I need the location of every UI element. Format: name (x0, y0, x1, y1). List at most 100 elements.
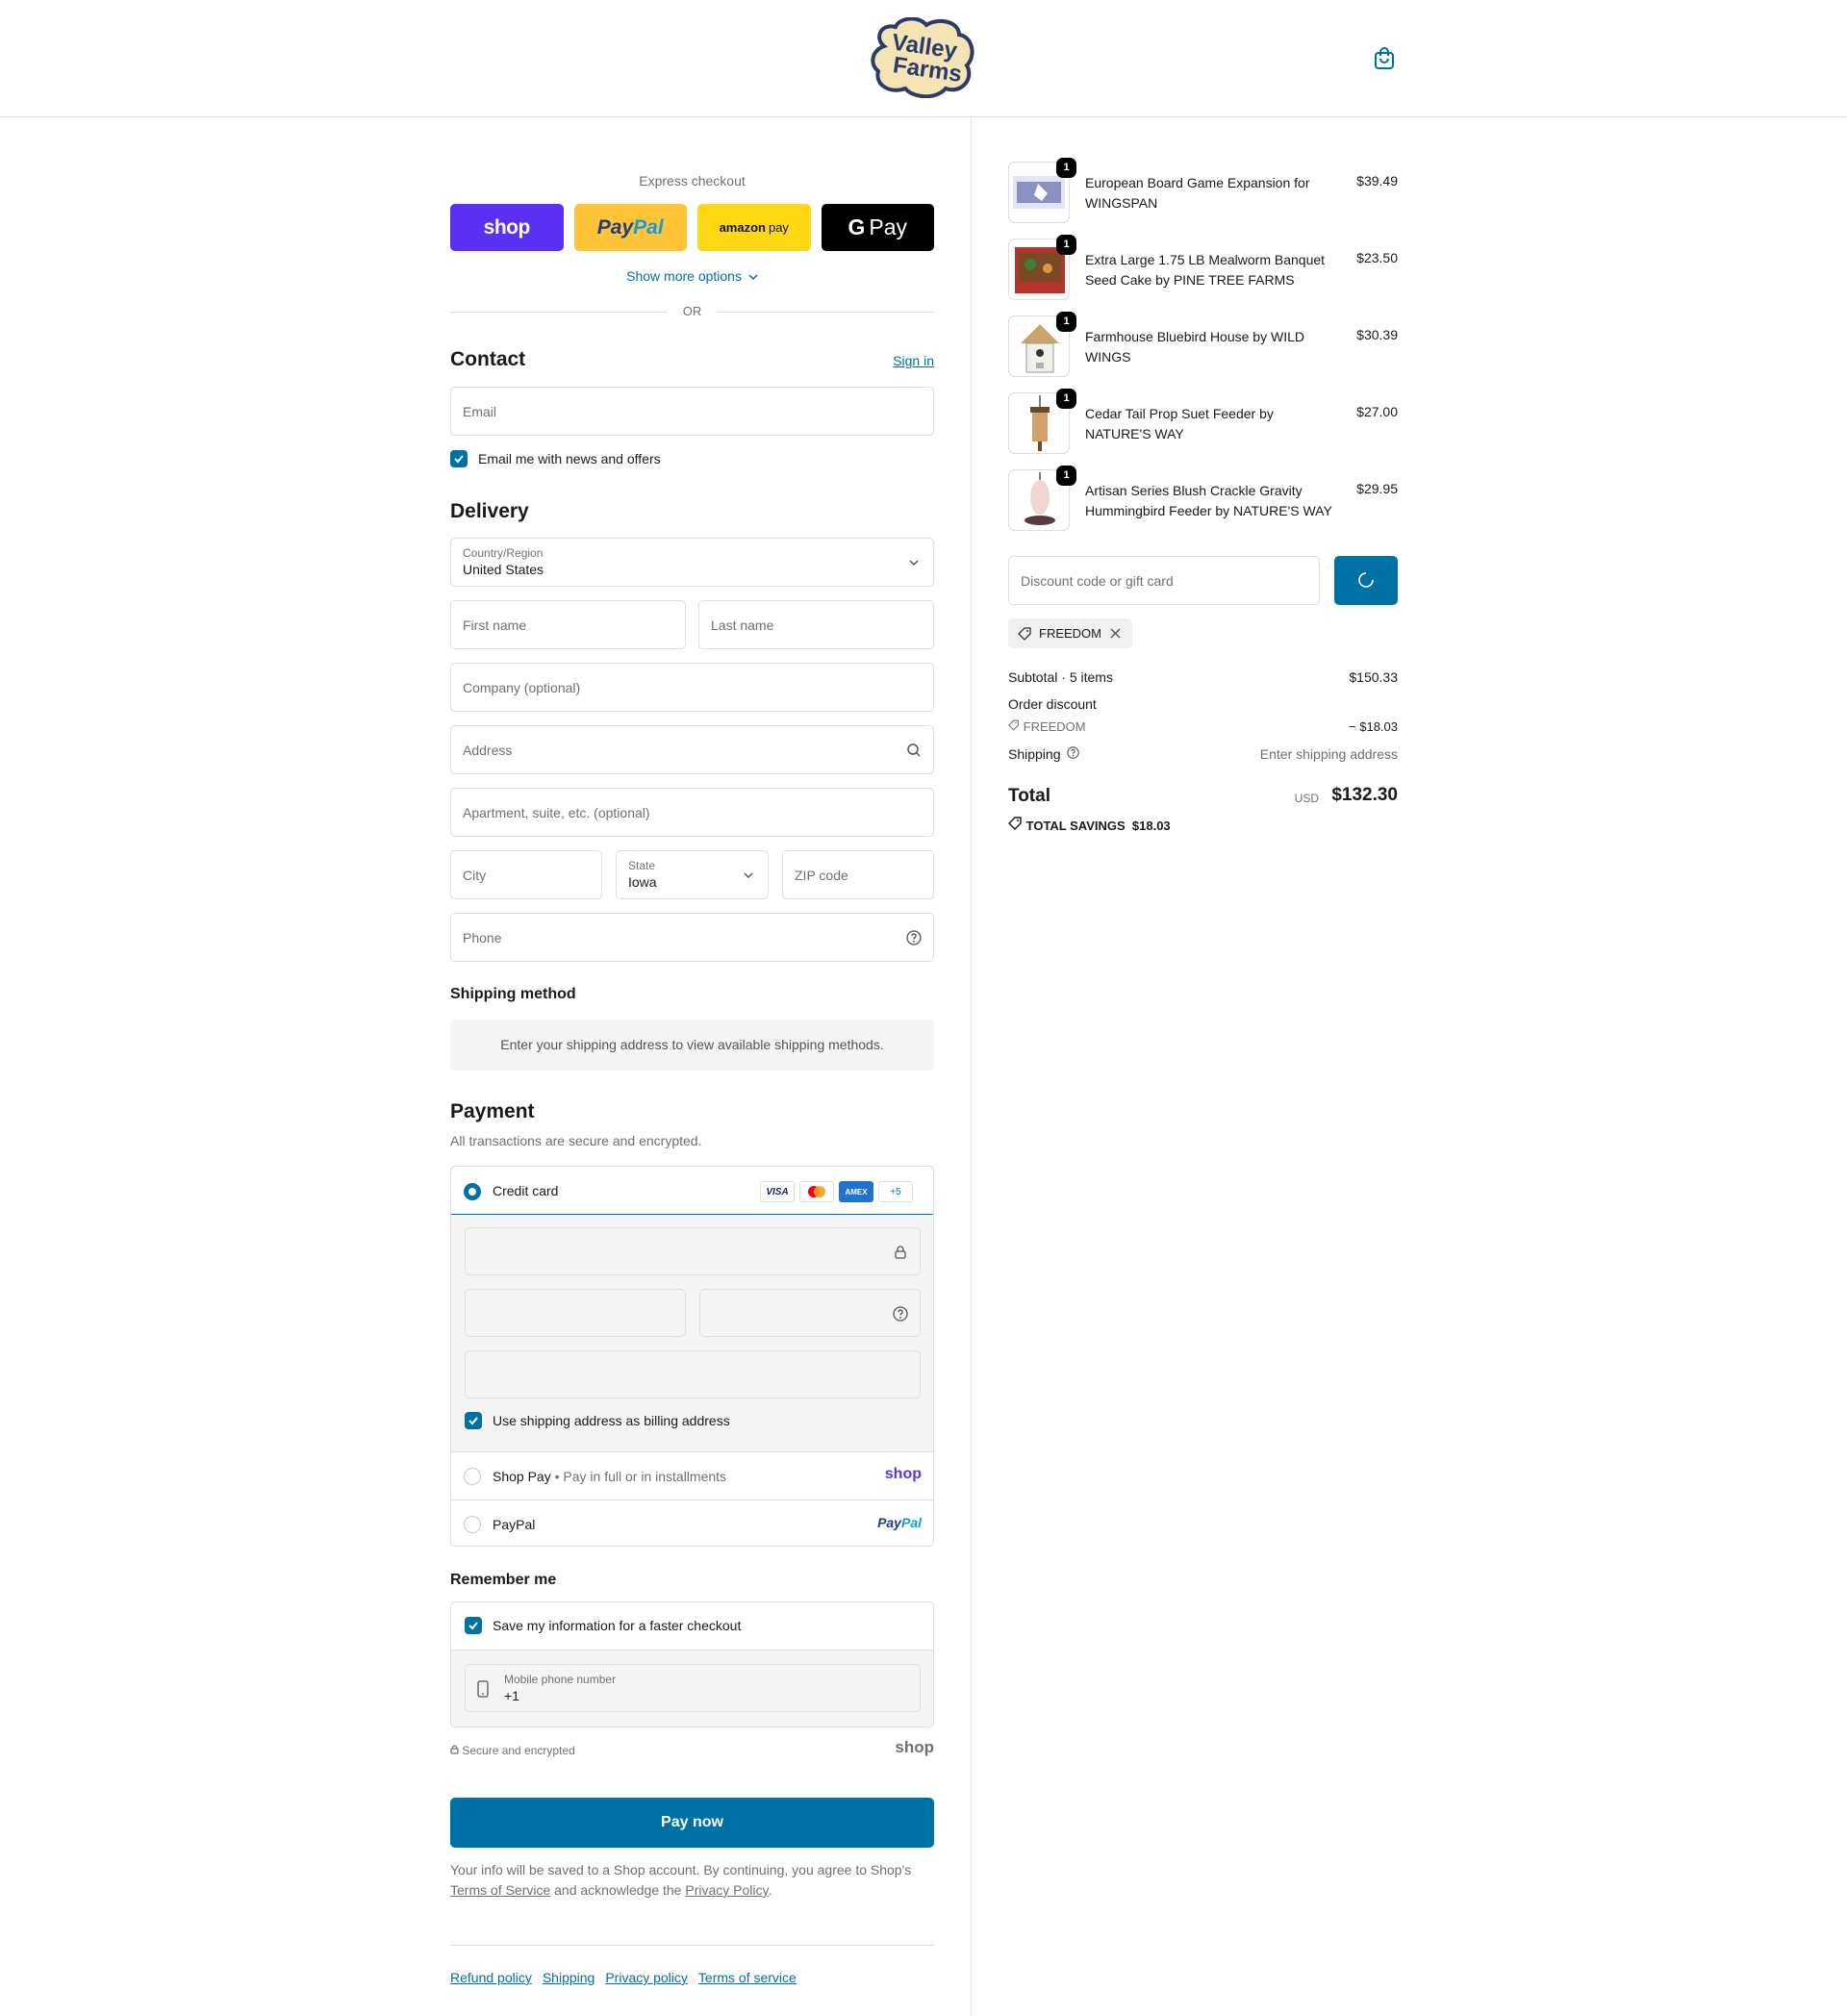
news-checkbox-label: Email me with news and offers (478, 451, 661, 466)
item-price: $39.49 (1356, 173, 1398, 189)
privacy-policy-link[interactable]: Privacy Policy (685, 1882, 768, 1898)
zip-field[interactable]: ZIP code (782, 850, 934, 899)
tag-icon (1018, 627, 1031, 641)
discount-code-name: FREEDOM (1023, 719, 1086, 734)
paypal-button[interactable]: Pay Pal (573, 204, 687, 251)
secure-encrypted-text: Secure and encrypted (462, 1744, 575, 1757)
paypal-option-logo: PayPal (877, 1515, 922, 1530)
show-more-options-link[interactable]: Show more options (450, 268, 934, 284)
apartment-field[interactable]: Apartment, suite, etc. (optional) (450, 788, 934, 837)
item-price: $23.50 (1356, 250, 1398, 265)
help-circle-icon[interactable] (893, 1306, 908, 1322)
shop-pay-option-text: Shop Pay • Pay in full or in installment… (493, 1469, 727, 1484)
email-field[interactable]: Email (450, 387, 934, 436)
mobile-phone-icon (477, 1680, 489, 1698)
amazon-pay-label: pay (768, 220, 789, 235)
show-more-label: Show more options (626, 268, 742, 284)
google-pay-button[interactable]: G Pay (821, 204, 934, 251)
save-info-label: Save my information for a faster checkou… (493, 1618, 742, 1633)
cart-item: 1 Artisan Series Blush Crackle Gravity H… (1008, 466, 1398, 531)
item-name: Artisan Series Blush Crackle Gravity Hum… (1085, 483, 1332, 518)
paypal-option[interactable]: PayPal PayPal (451, 1499, 933, 1546)
paypal-radio[interactable] (464, 1516, 481, 1533)
shipping-label: Shipping (1008, 746, 1061, 762)
credit-card-radio[interactable] (464, 1183, 481, 1200)
payment-options: Credit card VISA AMEX +5 Use shipping ad… (450, 1166, 934, 1547)
mobile-phone-field[interactable]: Mobile phone number +1 (465, 1664, 921, 1712)
country-label: Country/Region (463, 546, 544, 560)
shopping-bag-icon[interactable] (1373, 46, 1396, 71)
apply-discount-button[interactable] (1334, 556, 1398, 605)
order-discount-row: Order discount (1008, 696, 1398, 712)
credit-card-option[interactable]: Credit card VISA AMEX +5 (451, 1167, 933, 1215)
shipping-value: Enter shipping address (1259, 746, 1398, 762)
phone-placeholder: Phone (463, 930, 502, 945)
state-select[interactable]: State Iowa (616, 850, 769, 899)
or-text: OR (682, 304, 702, 318)
discount-code-input[interactable]: Discount code or gift card (1008, 556, 1320, 605)
company-field[interactable]: Company (optional) (450, 663, 934, 712)
chevron-down-icon (744, 872, 753, 879)
cart-item: 1 Extra Large 1.75 LB Mealworm Banquet S… (1008, 235, 1398, 300)
amazon-pay-button[interactable]: amazon pay (697, 204, 811, 251)
save-info-checkbox[interactable] (465, 1617, 482, 1634)
item-price: $30.39 (1356, 327, 1398, 342)
card-number-field[interactable] (465, 1227, 921, 1275)
lock-icon (895, 1246, 906, 1259)
phone-field[interactable]: Phone (450, 913, 934, 962)
address-field[interactable]: Address (450, 725, 934, 774)
shipping-method-notice: Enter your shipping address to view avai… (450, 1020, 934, 1071)
billing-same-checkbox[interactable] (465, 1412, 482, 1429)
shipping-policy-link[interactable]: Shipping (543, 1970, 595, 1985)
shop-pay-sublabel: Pay in full or in installments (563, 1469, 727, 1484)
sign-in-link[interactable]: Sign in (893, 353, 934, 368)
billing-same-label: Use shipping address as billing address (493, 1413, 730, 1428)
state-value: Iowa (628, 874, 657, 890)
quantity-badge: 1 (1056, 158, 1076, 178)
mastercard-circles-icon (808, 1186, 825, 1197)
privacy-policy-footer-link[interactable]: Privacy policy (605, 1970, 688, 1985)
news-checkbox[interactable] (450, 450, 468, 467)
subtotal-label: Subtotal · 5 items (1008, 669, 1113, 685)
quantity-badge: 1 (1056, 312, 1076, 332)
shop-pay-option-logo: shop (884, 1466, 922, 1482)
help-circle-icon[interactable] (1067, 746, 1080, 759)
cart-item: 1 Farmhouse Bluebird House by WILD WINGS… (1008, 312, 1398, 377)
shop-pay-radio[interactable] (464, 1468, 481, 1485)
pay-now-button[interactable]: Pay now (450, 1798, 934, 1848)
total-label: Total (1008, 786, 1050, 806)
terms-of-service-link[interactable]: Terms of Service (450, 1882, 550, 1898)
country-select[interactable]: Country/Region United States (450, 538, 934, 587)
refund-policy-link[interactable]: Refund policy (450, 1970, 532, 1985)
legal-text-2: and acknowledge the (550, 1882, 686, 1898)
or-divider: OR (450, 302, 934, 321)
chevron-down-icon (909, 560, 919, 567)
mastercard-icon (799, 1181, 834, 1202)
shop-pay-label: Shop Pay (493, 1469, 551, 1484)
legal-text-3: . (768, 1882, 772, 1898)
express-checkout-label: Express checkout (639, 173, 746, 189)
mobile-phone-label: Mobile phone number (504, 1673, 617, 1686)
help-circle-icon[interactable] (906, 930, 922, 945)
subtotal-value: $150.33 (1349, 669, 1398, 685)
city-field[interactable]: City (450, 850, 602, 899)
total-savings: TOTAL SAVINGS $18.03 (1008, 817, 1171, 833)
security-code-field[interactable] (699, 1289, 921, 1337)
header: Valley Farms (0, 0, 1847, 117)
first-name-field[interactable]: First name (450, 600, 686, 649)
last-name-field[interactable]: Last name (698, 600, 934, 649)
expiration-field[interactable] (465, 1289, 686, 1337)
name-on-card-field[interactable] (465, 1350, 921, 1399)
applied-discount-code: FREEDOM (1039, 626, 1101, 641)
contact-heading: Contact (450, 348, 526, 370)
shop-pay-button[interactable]: shop (450, 204, 564, 251)
tag-icon (1008, 719, 1019, 731)
terms-of-service-footer-link[interactable]: Terms of service (698, 1970, 797, 1985)
item-name: European Board Game Expansion for WINGSP… (1085, 175, 1310, 211)
valley-farms-logo[interactable]: Valley Farms (871, 17, 976, 98)
paypal-option-logo-b: Pal (900, 1515, 922, 1530)
visa-icon: VISA (760, 1181, 795, 1202)
company-placeholder: Company (optional) (463, 680, 581, 695)
close-icon[interactable] (1110, 628, 1121, 639)
shop-pay-option[interactable]: Shop Pay • Pay in full or in installment… (451, 1451, 933, 1499)
